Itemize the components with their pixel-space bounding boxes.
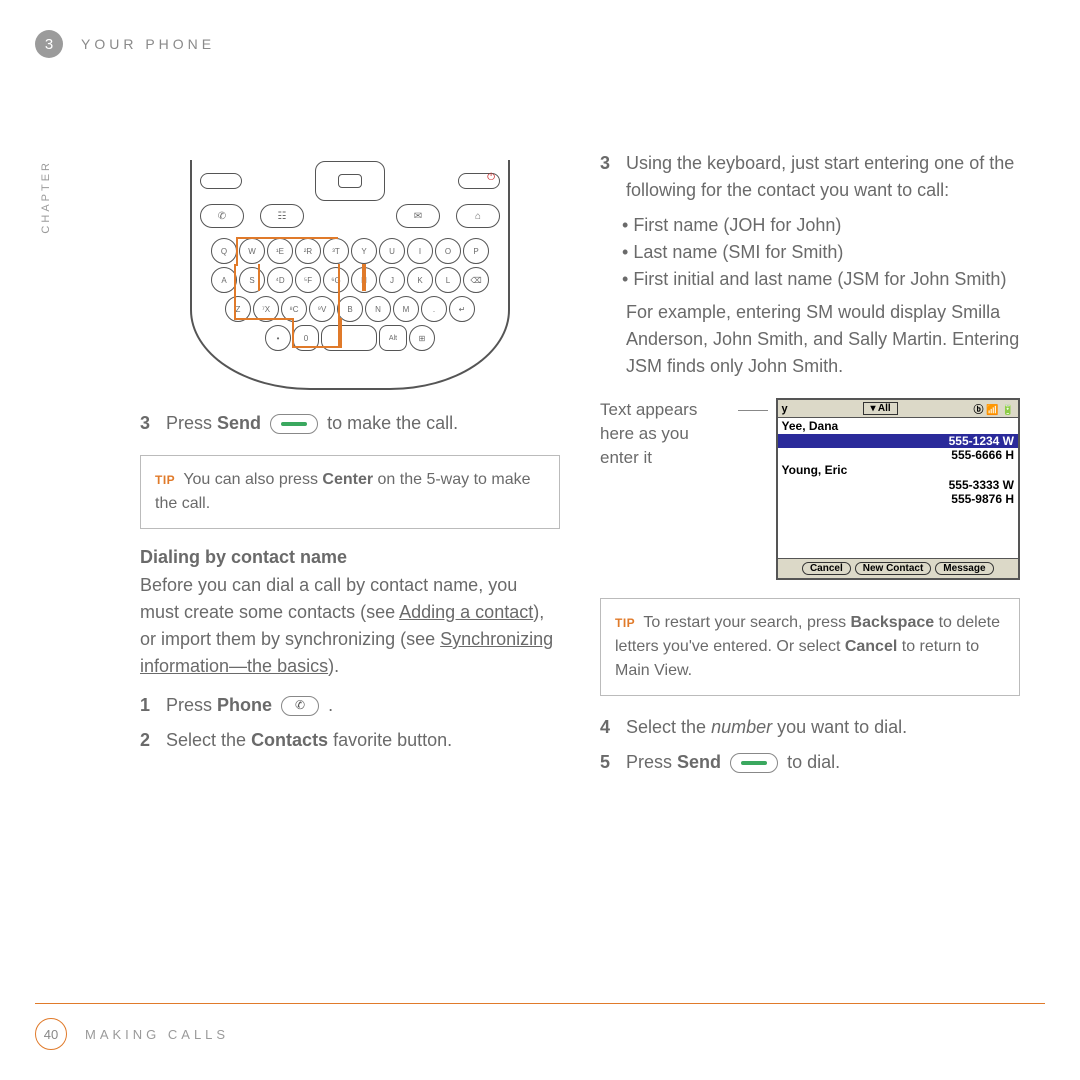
step-number: 2 [140,727,156,754]
contact-number: 555-6666 H [778,448,1019,462]
callout-text: Text appears here as you enter it [600,398,730,469]
phone-screen-mockup: y ▾ All ⓑ 📶 🔋 Yee, Dana 555-1234 W 555-6… [776,398,1021,580]
step-number: 5 [600,749,616,776]
list-item: Last name (SMI for Smith) [622,239,1020,266]
callout-leader-line [738,410,768,411]
right-step-3: 3 Using the keyboard, just start enterin… [600,150,1020,204]
footer-title: MAKING CALLS [85,1027,229,1042]
phone-button-icon [281,696,319,716]
step-number: 1 [140,692,156,719]
keyboard-illustration: ⏻ ✆ ☷ ✉ ⌂ QW¹E²R³TYUIOP AS⁴D⁵F⁶GHJKL⌫ Z⁷… [190,160,510,390]
list-item: First initial and last name (JSM for Joh… [622,266,1020,293]
left-steps-1-2: 1 Press Phone . 2 Select the Contacts fa… [140,692,560,754]
screenshot-callout: Text appears here as you enter it y ▾ Al… [600,398,1020,580]
step-text: Select the Contacts favorite button. [166,727,452,754]
send-button-icon [730,753,778,773]
screen-new-contact-button: New Contact [855,562,932,575]
left-column: ⏻ ✆ ☷ ✉ ⌂ QW¹E²R³TYUIOP AS⁴D⁵F⁶GHJKL⌫ Z⁷… [140,150,560,784]
tip-box-backspace: TIP To restart your search, press Backsp… [600,598,1020,696]
page-header: 3 YOUR PHONE [35,30,215,58]
tip-label: TIP [615,616,635,630]
step-number: 3 [140,410,156,437]
page-number-badge: 40 [35,1018,67,1050]
chapter-side-label: CHAPTER [40,160,52,234]
contact-number: 555-3333 W [778,478,1019,492]
contact-name: Yee, Dana [778,418,1019,434]
link-adding-contact[interactable]: Adding a contact [399,602,533,622]
tip-box-center: TIP You can also press Center on the 5-w… [140,455,560,529]
example-paragraph: For example, entering SM would display S… [626,299,1020,380]
page-footer: 40 MAKING CALLS [35,1003,1045,1050]
search-entry: y [782,403,788,415]
step-text: Press Phone . [166,692,333,719]
contact-number-selected: 555-1234 W [778,434,1019,448]
intro-paragraph: Before you can dial a call by contact na… [140,572,560,680]
subheading-dialing: Dialing by contact name [140,547,560,568]
screen-cancel-button: Cancel [802,562,851,575]
contact-number: 555-9876 H [778,492,1019,506]
status-icons: ⓑ 📶 🔋 [974,401,1014,416]
contact-name: Young, Eric [778,462,1019,478]
filter-dropdown: ▾ All [863,402,897,415]
header-title: YOUR PHONE [81,36,215,52]
tip-label: TIP [155,473,175,487]
right-steps-4-5: 4 Select the number you want to dial. 5 … [600,714,1020,776]
screen-message-button: Message [935,562,993,575]
step-text: Press Send to dial. [626,749,840,776]
list-item: First name (JOH for John) [622,212,1020,239]
step-number: 3 [600,150,616,204]
bullet-list: First name (JOH for John) Last name (SMI… [622,212,1020,293]
step-text: Using the keyboard, just start entering … [626,150,1020,204]
step-text: Select the number you want to dial. [626,714,907,741]
send-button-icon [270,414,318,434]
right-column: 3 Using the keyboard, just start enterin… [600,150,1020,784]
chapter-number-badge: 3 [35,30,63,58]
left-step-3: 3 Press Send to make the call. [140,410,560,437]
step-number: 4 [600,714,616,741]
content-columns: ⏻ ✆ ☷ ✉ ⌂ QW¹E²R³TYUIOP AS⁴D⁵F⁶GHJKL⌫ Z⁷… [140,150,1040,784]
step-text: Press Send to make the call. [166,410,458,437]
